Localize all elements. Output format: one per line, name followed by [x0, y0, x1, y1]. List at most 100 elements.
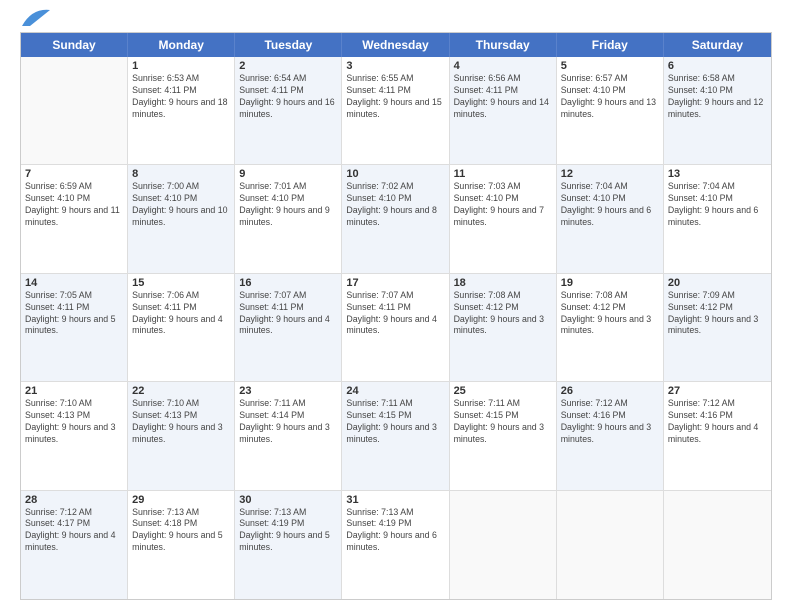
cell-info: Sunrise: 7:05 AM Sunset: 4:11 PM Dayligh…: [25, 290, 123, 338]
calendar-cell: 28Sunrise: 7:12 AM Sunset: 4:17 PM Dayli…: [21, 491, 128, 599]
cell-info: Sunrise: 6:59 AM Sunset: 4:10 PM Dayligh…: [25, 181, 123, 229]
day-number: 23: [239, 385, 337, 397]
calendar-cell: 6Sunrise: 6:58 AM Sunset: 4:10 PM Daylig…: [664, 57, 771, 164]
day-number: 30: [239, 494, 337, 506]
cell-info: Sunrise: 7:07 AM Sunset: 4:11 PM Dayligh…: [239, 290, 337, 338]
calendar-cell: [21, 57, 128, 164]
calendar: SundayMondayTuesdayWednesdayThursdayFrid…: [20, 32, 772, 600]
calendar-row-1: 1Sunrise: 6:53 AM Sunset: 4:11 PM Daylig…: [21, 57, 771, 165]
calendar-cell: 14Sunrise: 7:05 AM Sunset: 4:11 PM Dayli…: [21, 274, 128, 381]
cell-info: Sunrise: 7:13 AM Sunset: 4:18 PM Dayligh…: [132, 507, 230, 555]
calendar-cell: 3Sunrise: 6:55 AM Sunset: 4:11 PM Daylig…: [342, 57, 449, 164]
day-number: 24: [346, 385, 444, 397]
calendar-body: 1Sunrise: 6:53 AM Sunset: 4:11 PM Daylig…: [21, 57, 771, 599]
day-number: 19: [561, 277, 659, 289]
day-number: 11: [454, 168, 552, 180]
calendar-cell: 19Sunrise: 7:08 AM Sunset: 4:12 PM Dayli…: [557, 274, 664, 381]
calendar-cell: 27Sunrise: 7:12 AM Sunset: 4:16 PM Dayli…: [664, 382, 771, 489]
cell-info: Sunrise: 7:10 AM Sunset: 4:13 PM Dayligh…: [132, 398, 230, 446]
calendar-header: SundayMondayTuesdayWednesdayThursdayFrid…: [21, 33, 771, 57]
day-number: 7: [25, 168, 123, 180]
calendar-cell: 29Sunrise: 7:13 AM Sunset: 4:18 PM Dayli…: [128, 491, 235, 599]
day-number: 10: [346, 168, 444, 180]
calendar-cell: 4Sunrise: 6:56 AM Sunset: 4:11 PM Daylig…: [450, 57, 557, 164]
day-number: 20: [668, 277, 767, 289]
cell-info: Sunrise: 7:12 AM Sunset: 4:16 PM Dayligh…: [668, 398, 767, 446]
calendar-cell: 23Sunrise: 7:11 AM Sunset: 4:14 PM Dayli…: [235, 382, 342, 489]
calendar-cell: 1Sunrise: 6:53 AM Sunset: 4:11 PM Daylig…: [128, 57, 235, 164]
cell-info: Sunrise: 6:57 AM Sunset: 4:10 PM Dayligh…: [561, 73, 659, 121]
day-number: 3: [346, 60, 444, 72]
cell-info: Sunrise: 7:07 AM Sunset: 4:11 PM Dayligh…: [346, 290, 444, 338]
calendar-row-2: 7Sunrise: 6:59 AM Sunset: 4:10 PM Daylig…: [21, 165, 771, 273]
calendar-row-3: 14Sunrise: 7:05 AM Sunset: 4:11 PM Dayli…: [21, 274, 771, 382]
cell-info: Sunrise: 7:12 AM Sunset: 4:17 PM Dayligh…: [25, 507, 123, 555]
calendar-cell: 21Sunrise: 7:10 AM Sunset: 4:13 PM Dayli…: [21, 382, 128, 489]
day-number: 1: [132, 60, 230, 72]
day-number: 18: [454, 277, 552, 289]
cell-info: Sunrise: 7:11 AM Sunset: 4:14 PM Dayligh…: [239, 398, 337, 446]
calendar-cell: 2Sunrise: 6:54 AM Sunset: 4:11 PM Daylig…: [235, 57, 342, 164]
calendar-cell: 7Sunrise: 6:59 AM Sunset: 4:10 PM Daylig…: [21, 165, 128, 272]
cell-info: Sunrise: 7:00 AM Sunset: 4:10 PM Dayligh…: [132, 181, 230, 229]
header-day-sunday: Sunday: [21, 33, 128, 57]
calendar-cell: 13Sunrise: 7:04 AM Sunset: 4:10 PM Dayli…: [664, 165, 771, 272]
header-day-monday: Monday: [128, 33, 235, 57]
day-number: 31: [346, 494, 444, 506]
day-number: 2: [239, 60, 337, 72]
cell-info: Sunrise: 7:11 AM Sunset: 4:15 PM Dayligh…: [346, 398, 444, 446]
cell-info: Sunrise: 7:11 AM Sunset: 4:15 PM Dayligh…: [454, 398, 552, 446]
calendar-cell: 22Sunrise: 7:10 AM Sunset: 4:13 PM Dayli…: [128, 382, 235, 489]
calendar-cell: 30Sunrise: 7:13 AM Sunset: 4:19 PM Dayli…: [235, 491, 342, 599]
day-number: 5: [561, 60, 659, 72]
header-day-thursday: Thursday: [450, 33, 557, 57]
logo: [20, 16, 50, 26]
cell-info: Sunrise: 6:55 AM Sunset: 4:11 PM Dayligh…: [346, 73, 444, 121]
calendar-cell: 5Sunrise: 6:57 AM Sunset: 4:10 PM Daylig…: [557, 57, 664, 164]
day-number: 29: [132, 494, 230, 506]
calendar-cell: 9Sunrise: 7:01 AM Sunset: 4:10 PM Daylig…: [235, 165, 342, 272]
day-number: 9: [239, 168, 337, 180]
calendar-cell: 18Sunrise: 7:08 AM Sunset: 4:12 PM Dayli…: [450, 274, 557, 381]
calendar-cell: 25Sunrise: 7:11 AM Sunset: 4:15 PM Dayli…: [450, 382, 557, 489]
logo-wing-icon: [22, 8, 50, 26]
day-number: 15: [132, 277, 230, 289]
cell-info: Sunrise: 7:13 AM Sunset: 4:19 PM Dayligh…: [239, 507, 337, 555]
calendar-cell: 31Sunrise: 7:13 AM Sunset: 4:19 PM Dayli…: [342, 491, 449, 599]
cell-info: Sunrise: 7:13 AM Sunset: 4:19 PM Dayligh…: [346, 507, 444, 555]
cell-info: Sunrise: 7:02 AM Sunset: 4:10 PM Dayligh…: [346, 181, 444, 229]
cell-info: Sunrise: 7:08 AM Sunset: 4:12 PM Dayligh…: [454, 290, 552, 338]
calendar-cell: [664, 491, 771, 599]
cell-info: Sunrise: 7:04 AM Sunset: 4:10 PM Dayligh…: [668, 181, 767, 229]
day-number: 22: [132, 385, 230, 397]
calendar-cell: 17Sunrise: 7:07 AM Sunset: 4:11 PM Dayli…: [342, 274, 449, 381]
calendar-cell: 10Sunrise: 7:02 AM Sunset: 4:10 PM Dayli…: [342, 165, 449, 272]
cell-info: Sunrise: 7:08 AM Sunset: 4:12 PM Dayligh…: [561, 290, 659, 338]
cell-info: Sunrise: 7:09 AM Sunset: 4:12 PM Dayligh…: [668, 290, 767, 338]
calendar-cell: 26Sunrise: 7:12 AM Sunset: 4:16 PM Dayli…: [557, 382, 664, 489]
header-day-tuesday: Tuesday: [235, 33, 342, 57]
cell-info: Sunrise: 6:56 AM Sunset: 4:11 PM Dayligh…: [454, 73, 552, 121]
day-number: 6: [668, 60, 767, 72]
calendar-cell: 8Sunrise: 7:00 AM Sunset: 4:10 PM Daylig…: [128, 165, 235, 272]
day-number: 28: [25, 494, 123, 506]
cell-info: Sunrise: 7:04 AM Sunset: 4:10 PM Dayligh…: [561, 181, 659, 229]
calendar-cell: 16Sunrise: 7:07 AM Sunset: 4:11 PM Dayli…: [235, 274, 342, 381]
day-number: 21: [25, 385, 123, 397]
calendar-row-5: 28Sunrise: 7:12 AM Sunset: 4:17 PM Dayli…: [21, 491, 771, 599]
calendar-cell: [450, 491, 557, 599]
cell-info: Sunrise: 7:06 AM Sunset: 4:11 PM Dayligh…: [132, 290, 230, 338]
page: SundayMondayTuesdayWednesdayThursdayFrid…: [0, 0, 792, 612]
header-day-friday: Friday: [557, 33, 664, 57]
day-number: 8: [132, 168, 230, 180]
calendar-cell: 11Sunrise: 7:03 AM Sunset: 4:10 PM Dayli…: [450, 165, 557, 272]
day-number: 4: [454, 60, 552, 72]
cell-info: Sunrise: 6:53 AM Sunset: 4:11 PM Dayligh…: [132, 73, 230, 121]
calendar-row-4: 21 Sunrise: 7:10 AM Sunset: 4:13 PM Dayli…: [21, 382, 771, 490]
header-day-saturday: Saturday: [664, 33, 771, 57]
day-number: 27: [668, 385, 767, 397]
day-number: 26: [561, 385, 659, 397]
day-number: 14: [25, 277, 123, 289]
calendar-cell: 15Sunrise: 7:06 AM Sunset: 4:11 PM Dayli…: [128, 274, 235, 381]
day-number: 13: [668, 168, 767, 180]
